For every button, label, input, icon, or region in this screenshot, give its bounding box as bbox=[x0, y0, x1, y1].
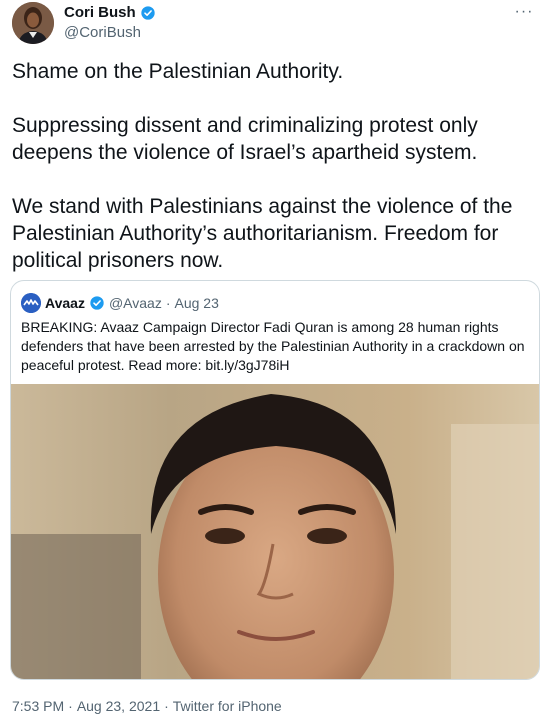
tweet-meta: 7:53 PM · Aug 23, 2021 · Twitter for iPh… bbox=[12, 697, 282, 715]
quoted-tweet-header: Avaaz @Avaaz · Aug 23 bbox=[21, 293, 219, 313]
author-avatar[interactable] bbox=[12, 2, 54, 44]
tweet-date[interactable]: Aug 23, 2021 bbox=[77, 697, 160, 715]
separator-dot: · bbox=[165, 295, 171, 311]
author-block: Cori Bush @CoriBush bbox=[64, 4, 156, 42]
tweet-text: Shame on the Palestinian Authority. Supp… bbox=[12, 58, 542, 274]
verified-badge-icon bbox=[90, 296, 104, 310]
quoted-tweet-photo[interactable] bbox=[11, 384, 539, 679]
more-options-button[interactable]: ··· bbox=[511, 2, 537, 22]
verified-badge-icon bbox=[141, 6, 155, 20]
separator-dot: · bbox=[68, 698, 73, 714]
tweet-source[interactable]: Twitter for iPhone bbox=[173, 697, 282, 715]
avaaz-logo-icon[interactable] bbox=[21, 293, 41, 313]
more-horizontal-icon: ··· bbox=[514, 3, 534, 20]
quoted-author-handle[interactable]: @Avaaz bbox=[109, 294, 162, 312]
author-name[interactable]: Cori Bush bbox=[64, 4, 136, 22]
author-name-row: Cori Bush bbox=[64, 4, 156, 22]
tweet-paragraph: Suppressing dissent and criminalizing pr… bbox=[12, 114, 478, 164]
tweet-paragraph: We stand with Palestinians against the v… bbox=[12, 195, 513, 272]
tweet-paragraph: Shame on the Palestinian Authority. bbox=[12, 60, 344, 83]
quoted-author-name[interactable]: Avaaz bbox=[45, 294, 85, 312]
tweet-timestamp[interactable]: 7:53 PM bbox=[12, 697, 64, 715]
quoted-tweet[interactable]: Avaaz @Avaaz · Aug 23 BREAKING: Avaaz Ca… bbox=[10, 280, 540, 680]
quoted-tweet-date[interactable]: Aug 23 bbox=[175, 294, 219, 312]
tweet-card: Cori Bush @CoriBush ··· Shame on the Pal… bbox=[0, 0, 549, 723]
author-handle[interactable]: @CoriBush bbox=[64, 24, 156, 42]
separator-dot: · bbox=[164, 698, 169, 714]
quoted-tweet-text: BREAKING: Avaaz Campaign Director Fadi Q… bbox=[21, 319, 525, 373]
